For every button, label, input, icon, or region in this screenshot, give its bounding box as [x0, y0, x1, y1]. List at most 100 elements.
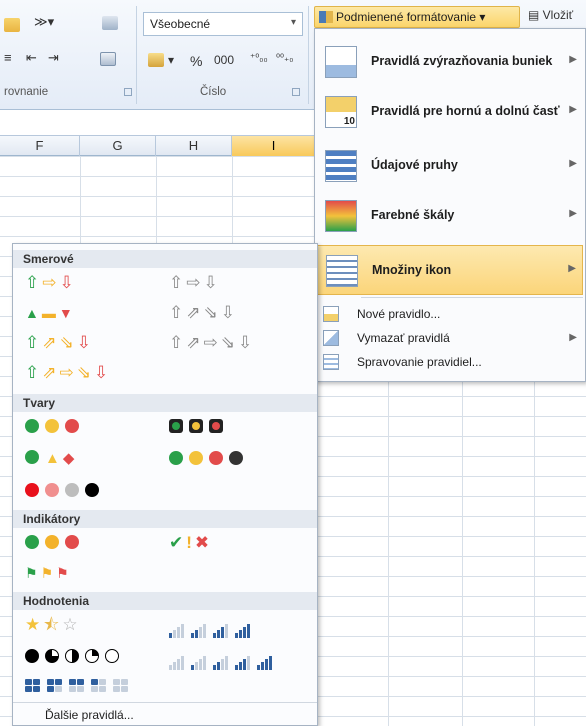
star-half-icon: ⯪ — [43, 615, 63, 634]
column-header-h[interactable]: H — [156, 136, 232, 156]
conditional-formatting-icon — [319, 11, 333, 23]
thousands-button[interactable]: 000 — [214, 53, 234, 67]
increase-decimal-icon[interactable]: ⁺⁰₀₀ — [250, 53, 268, 64]
manage-rules-icon — [323, 354, 339, 370]
manage-rules-item[interactable]: Spravovanie pravidiel... — [317, 351, 583, 373]
signal-bars-3-icon — [235, 648, 251, 670]
insert-label: Vložiť — [542, 8, 574, 22]
icon-set-4-ratings[interactable] — [169, 614, 257, 638]
icon-set-5-boxes[interactable] — [25, 676, 135, 698]
red-circle-icon — [209, 451, 223, 465]
boxes-0-icon — [113, 679, 129, 693]
new-rule-icon — [323, 306, 339, 322]
align-left-icon[interactable]: ≡ — [4, 50, 12, 65]
column-headers: F G H I — [0, 136, 316, 156]
clear-rules-item[interactable]: Vymazať pravidlá ▶ — [317, 327, 583, 349]
highlight-cells-icon — [325, 46, 357, 78]
align-icon[interactable] — [4, 18, 20, 32]
icon-set-3-symbols-circled[interactable] — [25, 532, 85, 554]
icon-set-5-arrows-colored[interactable]: ⇧⇗⇨⇘⇩ — [25, 362, 111, 384]
group-divider — [136, 6, 137, 104]
icon-set-3-arrows-gray[interactable]: ⇧⇨⇩ — [169, 272, 221, 294]
number-format-select[interactable]: Všeobecné ▾ — [143, 12, 303, 36]
arrow-down-right-icon: ⇘ — [203, 303, 221, 322]
orientation-icon[interactable]: ≫▾ — [34, 14, 54, 30]
menu-item-label: Farebné škály — [371, 208, 455, 222]
alignment-launcher-icon[interactable] — [124, 88, 132, 96]
signal-bars-3-icon — [213, 616, 229, 638]
arrow-down-icon: ⇩ — [59, 273, 77, 292]
conditional-formatting-button[interactable]: Podmienené formátovanie ▾ — [314, 6, 520, 28]
icon-set-4-arrows-colored[interactable]: ⇧⇗⇘⇩ — [25, 332, 94, 354]
currency-format-icon[interactable] — [148, 53, 164, 67]
signal-bars-0-icon — [169, 648, 185, 670]
icon-set-3-flags[interactable]: ⚑⚑⚑ — [25, 562, 72, 584]
quarter-half-icon — [65, 649, 79, 663]
menu-item-label: Spravovanie pravidiel... — [357, 355, 482, 369]
signal-bars-4-icon — [257, 648, 273, 670]
currency-dropdown-icon[interactable]: ▾ — [168, 53, 174, 67]
top-bottom-rules-item[interactable]: 10 Pravidlá pre hornú a dolnú časť ▶ — [317, 87, 583, 137]
icon-set-4-traffic-lights[interactable] — [169, 448, 249, 470]
menu-item-label: Nové pravidlo... — [357, 307, 441, 321]
arrow-right-icon: ⇨ — [59, 363, 77, 382]
green-light-icon — [169, 419, 183, 433]
column-header-i[interactable]: I — [232, 136, 316, 156]
icon-set-3-stars[interactable]: ★⯪☆ — [25, 614, 81, 636]
highlight-cells-rules-item[interactable]: Pravidlá zvýrazňovania buniek ▶ — [317, 37, 583, 87]
boxes-1-icon — [91, 679, 107, 693]
icon-set-4-arrows-gray[interactable]: ⇧⇗⇘⇩ — [169, 302, 238, 324]
icon-set-5-quarters[interactable] — [25, 646, 125, 668]
section-header-directional: Smerové — [13, 250, 317, 268]
menu-item-label: Vymazať pravidlá — [357, 331, 450, 345]
percent-button[interactable]: % — [190, 53, 202, 69]
column-header-g[interactable]: G — [80, 136, 156, 156]
wrap-text-icon[interactable] — [102, 16, 118, 30]
icon-sets-item[interactable]: Množiny ikon ▶ — [317, 245, 583, 295]
increase-indent-icon[interactable]: ⇥ — [48, 50, 59, 66]
number-launcher-icon[interactable] — [292, 88, 300, 96]
submenu-arrow-icon: ▶ — [569, 104, 577, 115]
merge-cells-icon[interactable] — [100, 52, 116, 66]
icon-set-3-triangles[interactable]: ▲▬▼ — [25, 302, 76, 324]
submenu-arrow-icon: ▶ — [568, 263, 576, 274]
star-empty-icon: ☆ — [62, 615, 81, 634]
arrow-right-icon: ⇨ — [203, 333, 221, 352]
submenu-arrow-icon: ▶ — [569, 158, 577, 169]
gray-circle-icon — [65, 483, 79, 497]
arrow-right-icon: ⇨ — [42, 273, 60, 292]
arrow-down-right-icon: ⇘ — [76, 363, 94, 382]
icon-set-5-arrows-gray[interactable]: ⇧⇗⇨⇘⇩ — [169, 332, 255, 354]
icon-set-red-to-black[interactable] — [25, 480, 105, 502]
icon-set-3-signs[interactable]: ▲◆ — [25, 448, 77, 470]
column-header-f[interactable]: F — [0, 136, 80, 156]
decrease-indent-icon[interactable]: ⇤ — [26, 50, 37, 66]
new-rule-item[interactable]: Nové pravidlo... — [317, 303, 583, 325]
more-rules-item[interactable]: Ďalšie pravidlá... — [13, 702, 317, 726]
data-bars-item[interactable]: Údajové pruhy ▶ — [317, 141, 583, 191]
insert-button[interactable]: ▤ Vložiť — [528, 8, 573, 22]
icon-set-3-arrows-colored[interactable]: ⇧⇨⇩ — [25, 272, 77, 294]
arrow-down-icon: ⇩ — [220, 303, 238, 322]
arrow-up-right-icon: ⇗ — [42, 333, 60, 352]
yellow-flag-icon: ⚑ — [40, 565, 57, 581]
arrow-down-icon: ⇩ — [238, 333, 256, 352]
red-circle-icon — [65, 419, 79, 433]
formula-bar[interactable] — [0, 110, 316, 136]
number-group-label: Číslo — [200, 86, 227, 98]
icon-set-5-ratings[interactable] — [169, 646, 279, 670]
icon-set-3-traffic-lights-rimmed[interactable] — [169, 416, 229, 438]
submenu-arrow-icon: ▶ — [569, 208, 577, 219]
icon-set-3-traffic-lights[interactable] — [25, 416, 85, 438]
menu-item-label: Pravidlá pre hornú a dolnú časť — [371, 104, 560, 118]
icon-set-3-symbols[interactable]: ✔!✖ — [169, 532, 212, 554]
yellow-triangle-icon: ▲ — [45, 450, 63, 467]
arrow-up-icon: ⇧ — [169, 303, 187, 322]
color-scales-item[interactable]: Farebné škály ▶ — [317, 191, 583, 241]
group-divider — [308, 6, 309, 104]
quarter-full-icon — [25, 649, 39, 663]
arrow-down-icon: ⇩ — [203, 273, 221, 292]
alignment-group-label: rovnanie — [4, 86, 49, 98]
decrease-decimal-icon[interactable]: ⁰⁰₊₀ — [276, 53, 293, 64]
menu-item-label: Údajové pruhy — [371, 158, 458, 172]
